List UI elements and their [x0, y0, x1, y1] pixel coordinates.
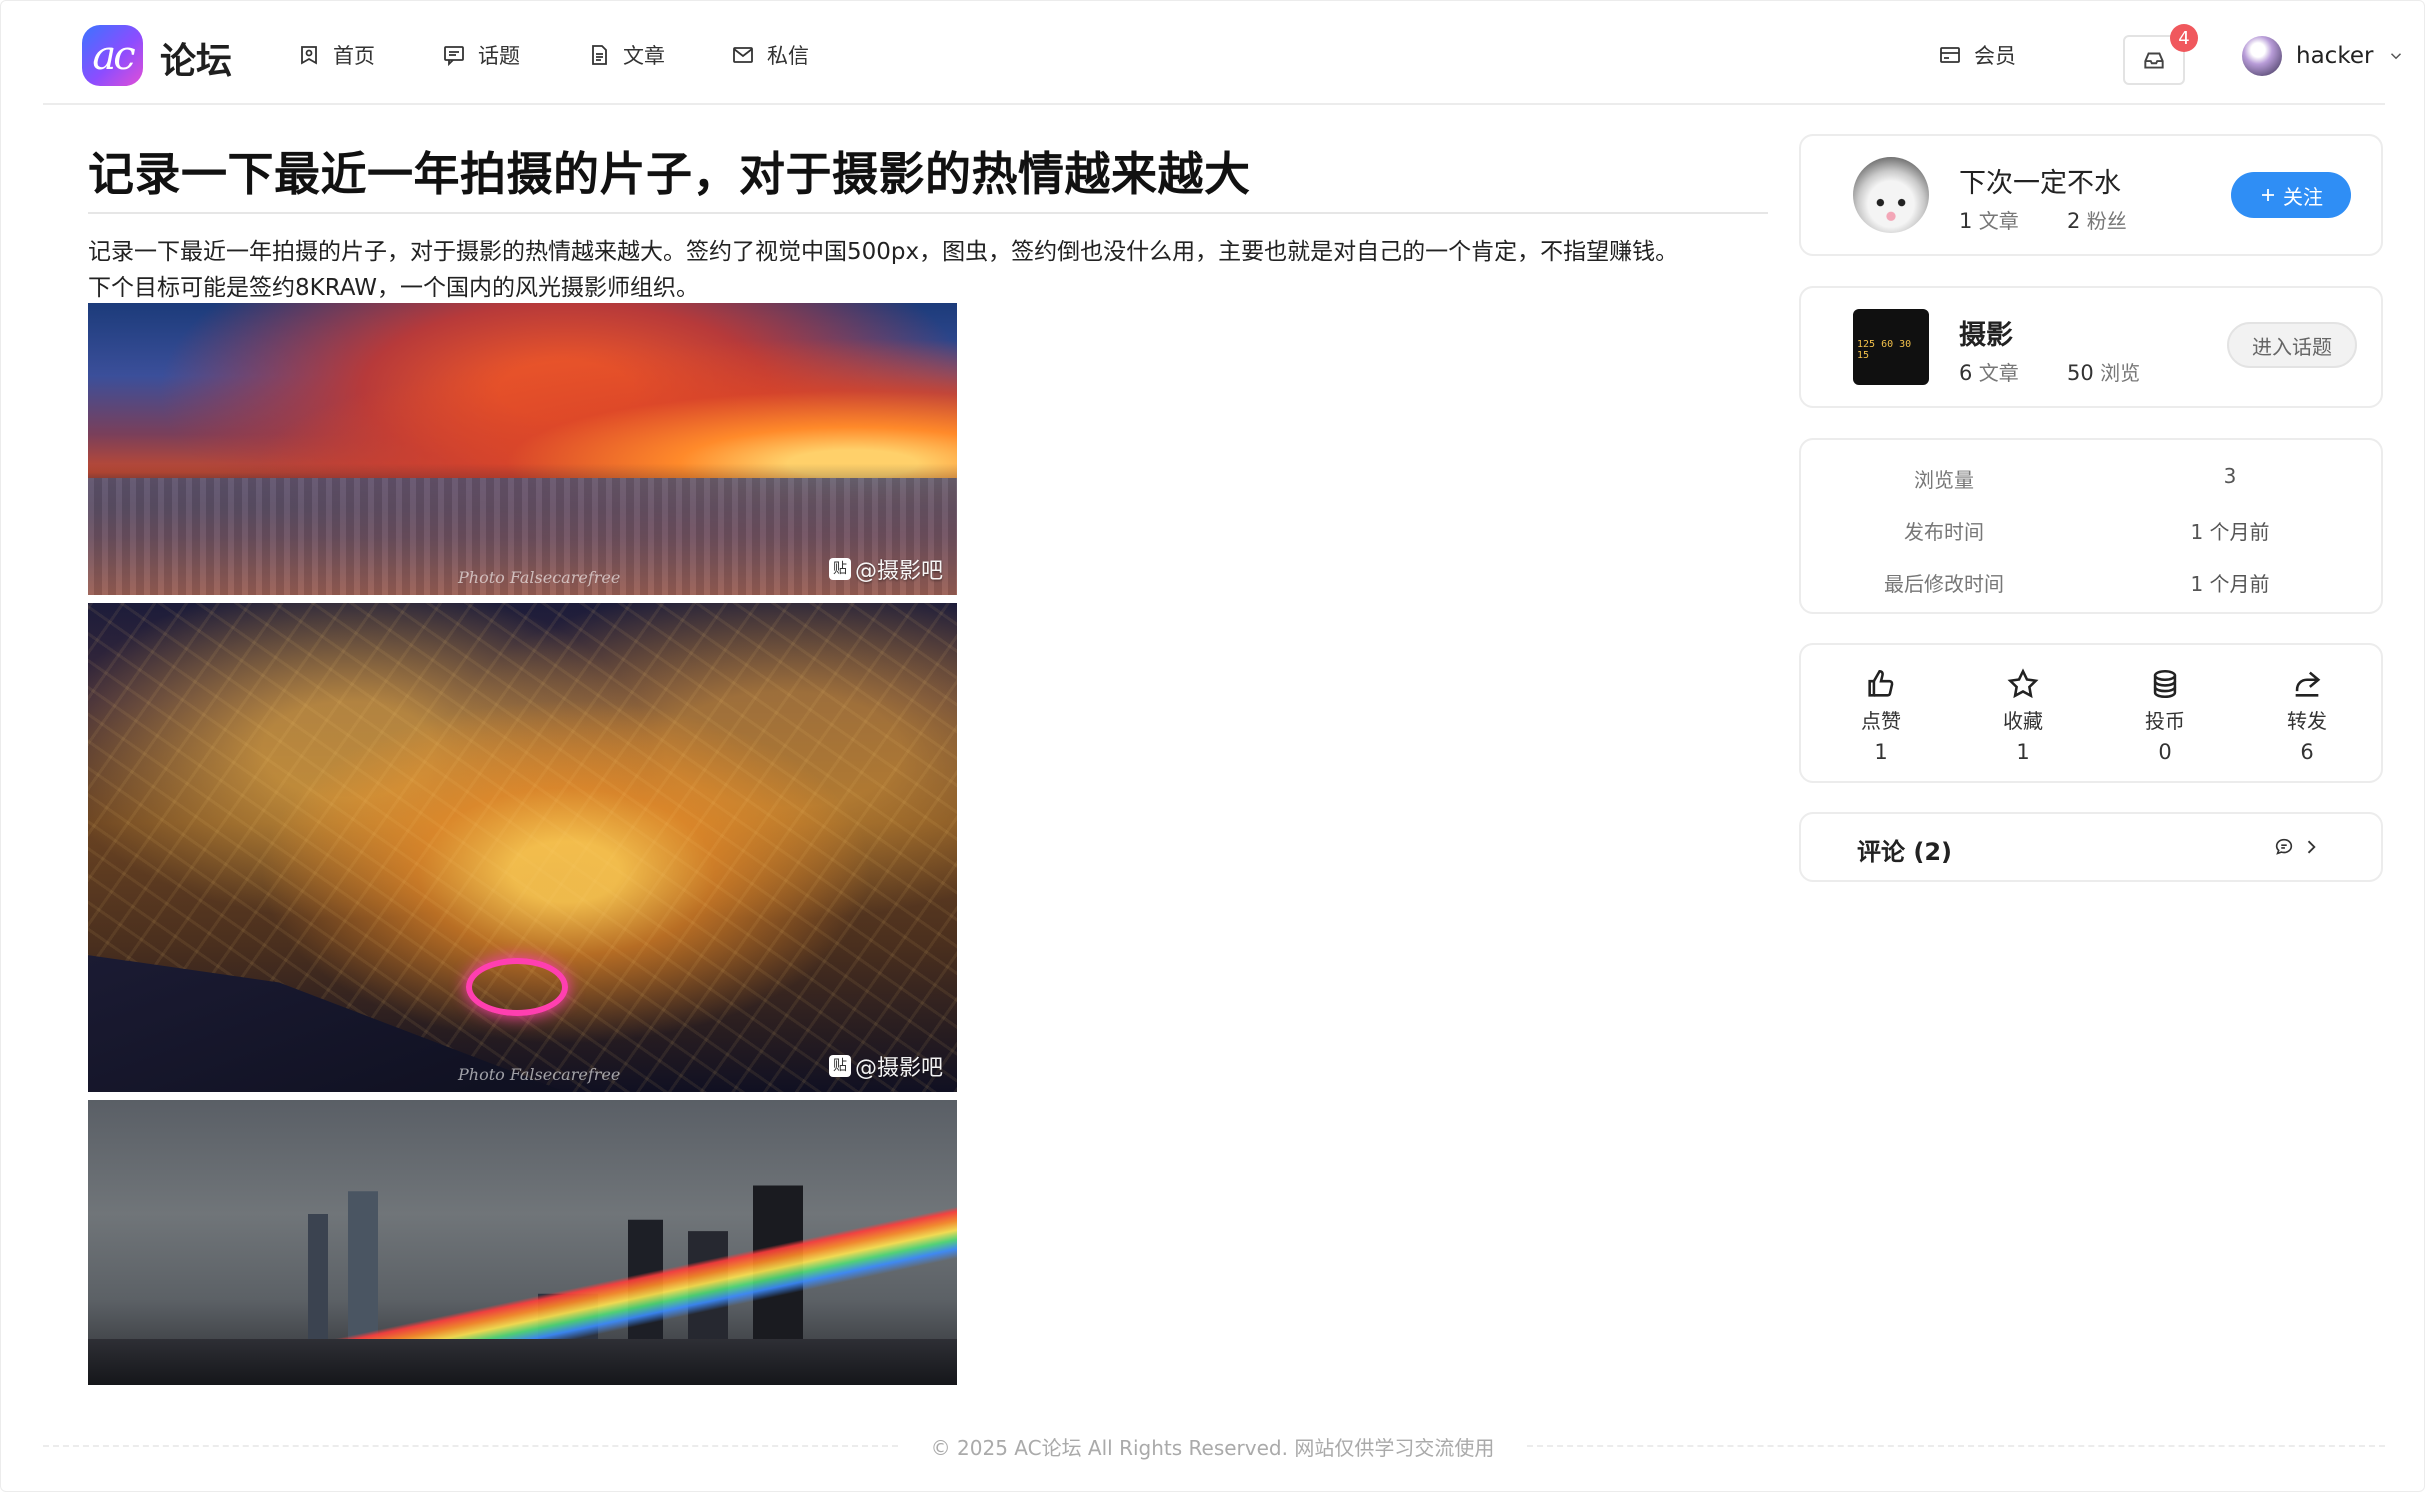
action-label: 投币 — [2145, 709, 2185, 733]
thumb-up-icon — [1868, 669, 1894, 697]
top-header: ac 论坛 首页 话题 文章 私信 会员 4 hacker — [43, 0, 2402, 105]
star-icon — [2007, 668, 2039, 699]
topic-thumbnail-text: 125 60 30 15 — [1857, 339, 1912, 361]
author-articles-label: 文章 — [1978, 209, 2019, 233]
document-icon — [592, 45, 607, 65]
nav-home-label: 首页 — [333, 44, 375, 68]
article-photo-night-city[interactable]: Photo Falsecarefree 贴 @摄影吧 — [88, 603, 957, 1092]
home-icon — [301, 46, 317, 65]
username: hacker — [2296, 43, 2374, 69]
nav-messages-label: 私信 — [767, 44, 809, 68]
action-count: 1 — [2016, 740, 2030, 764]
nav-articles[interactable]: 文章 — [587, 38, 665, 72]
nav-messages[interactable]: 私信 — [731, 38, 809, 72]
stat-value: 3 — [2223, 464, 2237, 488]
like-button[interactable]: 点赞 1 — [1821, 667, 1941, 764]
comments-open[interactable] — [2273, 836, 2321, 858]
nav-home[interactable]: 首页 — [297, 38, 375, 72]
photo-fountain — [466, 958, 568, 1016]
action-count: 0 — [2158, 740, 2172, 764]
topic-views: 50 浏览 — [2067, 357, 2140, 386]
inbox-icon — [2144, 52, 2164, 69]
footer-copyright: © 2025 AC论坛 All Rights Reserved. 网站仅供学习交… — [930, 1436, 1495, 1460]
author-articles-count: 1 — [1959, 209, 1973, 233]
action-label: 转发 — [2287, 709, 2327, 733]
plus-icon — [2262, 189, 2274, 201]
share-icon — [2295, 671, 2321, 697]
chevron-down-icon — [2391, 53, 2402, 60]
topic-articles: 6 文章 — [1959, 357, 2019, 386]
action-label: 收藏 — [2003, 709, 2043, 733]
follow-label: 关注 — [2283, 184, 2323, 209]
topic-name[interactable]: 摄影 — [1959, 313, 2013, 352]
chat-square-icon — [444, 46, 464, 67]
user-menu[interactable]: hacker — [2242, 36, 2405, 76]
vip-label: 会员 — [1974, 44, 2016, 68]
enter-topic-button[interactable]: 进入话题 — [2227, 322, 2357, 368]
action-label: 点赞 — [1861, 709, 1901, 733]
photo-signature: Photo Falsecarefree — [458, 568, 621, 587]
tieba-icon: 贴 — [828, 558, 851, 580]
follow-button[interactable]: 关注 — [2231, 172, 2351, 218]
nav-topics[interactable]: 话题 — [442, 38, 520, 72]
author-articles: 1 文章 — [1959, 205, 2019, 234]
article-title: 记录一下最近一年拍摄的片子，对于摄影的热情越来越大 — [88, 147, 1251, 201]
article-body-line: 下个目标可能是签约8KRAW，一个国内的风光摄影师组织。 — [88, 275, 699, 301]
comments-label: 评论 (2) — [1857, 838, 1952, 866]
photo-ground — [88, 1339, 957, 1385]
favorite-button[interactable]: 收藏 1 — [1963, 667, 2083, 764]
nav-articles-label: 文章 — [623, 44, 665, 68]
topic-thumbnail[interactable]: 125 60 30 15 — [1853, 309, 1929, 385]
author-fans: 2 粉丝 — [2067, 205, 2127, 234]
mail-icon — [733, 47, 753, 63]
coin-button[interactable]: 投币 0 — [2105, 667, 2225, 764]
card-icon — [1940, 47, 1960, 63]
topic-articles-label: 文章 — [1978, 361, 2019, 385]
site-name[interactable]: 论坛 — [160, 32, 232, 84]
article-photo-light-trails[interactable] — [88, 1100, 957, 1385]
vip-link[interactable]: 会员 — [1938, 38, 2016, 72]
article-actions-card: 点赞 1 收藏 1 投币 0 转发 6 — [1799, 643, 2383, 783]
watermark-text: @摄影吧 — [854, 559, 943, 584]
article-body-line: 记录一下最近一年拍摄的片子，对于摄影的热情越来越大。签约了视觉中国500px，图… — [88, 239, 1679, 265]
article-body: 记录一下最近一年拍摄的片子，对于摄影的热情越来越大。签约了视觉中国500px，图… — [88, 234, 1778, 306]
author-fans-label: 粉丝 — [2086, 209, 2127, 233]
stat-value: 1 个月前 — [2190, 520, 2270, 544]
comments-card[interactable]: 评论 (2) — [1799, 812, 2383, 882]
avatar — [2242, 36, 2282, 76]
stat-key: 浏览量 — [1914, 468, 1974, 492]
photo-watermark: 贴 @摄影吧 — [828, 1050, 943, 1082]
stat-key: 发布时间 — [1904, 520, 1984, 544]
article-stats-card: 浏览量 3 发布时间 1 个月前 最后修改时间 1 个月前 — [1799, 438, 2383, 614]
article-photo-sunset[interactable]: Photo Falsecarefree 贴 @摄影吧 — [88, 303, 957, 595]
topic-card: 125 60 30 15 摄影 6 文章 50 浏览 进入话题 — [1799, 286, 2383, 408]
share-button[interactable]: 转发 6 — [2247, 667, 2367, 764]
stat-value: 1 个月前 — [2190, 572, 2270, 596]
title-divider — [88, 212, 1768, 214]
author-fans-count: 2 — [2067, 209, 2081, 233]
photo-watermark: 贴 @摄影吧 — [828, 553, 943, 585]
tieba-icon: 贴 — [828, 1055, 851, 1077]
chevron-right-icon — [2307, 840, 2316, 854]
topic-articles-count: 6 — [1959, 361, 1973, 385]
comment-icon — [2275, 838, 2293, 855]
site-logo[interactable]: ac — [82, 25, 143, 86]
author-name[interactable]: 下次一定不水 — [1959, 161, 2121, 200]
action-count: 1 — [1874, 740, 1888, 764]
photo-signature: Photo Falsecarefree — [458, 1065, 621, 1084]
coin-stack-icon — [2153, 669, 2177, 699]
inbox-badge: 4 — [2170, 24, 2198, 52]
topic-views-label: 浏览 — [2100, 361, 2141, 385]
nav-topics-label: 话题 — [478, 44, 520, 68]
stat-key: 最后修改时间 — [1884, 572, 2004, 596]
author-card: 下次一定不水 1 文章 2 粉丝 关注 — [1799, 134, 2383, 256]
action-count: 6 — [2300, 740, 2314, 764]
topic-views-count: 50 — [2067, 361, 2094, 385]
author-avatar[interactable] — [1853, 157, 1929, 233]
watermark-text: @摄影吧 — [854, 1056, 943, 1081]
